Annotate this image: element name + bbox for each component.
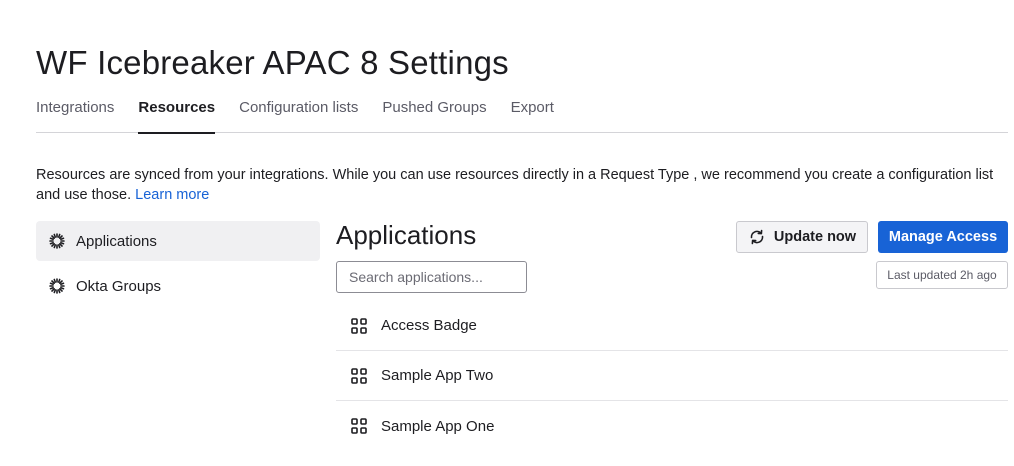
update-now-button[interactable]: Update now [736, 221, 868, 253]
okta-sunburst-icon [48, 277, 66, 295]
sidebar-item-label: Applications [76, 232, 157, 250]
manage-access-button[interactable]: Manage Access [878, 221, 1008, 253]
list-item[interactable]: Access Badge [336, 301, 1008, 351]
page-title: WF Icebreaker APAC 8 Settings [36, 44, 509, 81]
app-name: Access Badge [381, 317, 477, 334]
list-item[interactable]: Sample App One [336, 401, 1008, 451]
search-input[interactable] [336, 261, 527, 293]
section-title: Applications [336, 220, 477, 250]
app-grid-icon [350, 317, 368, 335]
okta-sunburst-icon [48, 232, 66, 250]
sidebar-item-applications[interactable]: Applications [36, 221, 320, 261]
sync-icon [748, 229, 766, 245]
resources-description: Resources are synced from your integrati… [36, 165, 1008, 205]
update-now-label: Update now [773, 229, 857, 245]
sidebar-item-label: Okta Groups [76, 277, 162, 295]
tab-integrations[interactable]: Integrations [36, 98, 114, 132]
resource-sidebar: Applications Okta Groups [36, 221, 320, 311]
last-updated-badge: Last updated 2h ago [876, 261, 1008, 289]
app-grid-icon [350, 417, 368, 435]
tab-export[interactable]: Export [511, 98, 554, 132]
app-name: Sample App Two [381, 367, 494, 384]
list-item[interactable]: Sample App Two [336, 351, 1008, 401]
application-list: Access Badge Sample App Two Sample App O… [336, 301, 1008, 451]
learn-more-link[interactable]: Learn more [135, 187, 209, 203]
app-name: Sample App One [381, 417, 495, 435]
sidebar-item-okta-groups[interactable]: Okta Groups [36, 266, 320, 306]
tab-bar: Integrations Resources Configuration lis… [36, 98, 1008, 134]
app-grid-icon [350, 367, 368, 385]
tab-resources[interactable]: Resources [138, 98, 216, 134]
tab-pushed-groups[interactable]: Pushed Groups [382, 98, 486, 132]
tab-configuration-lists[interactable]: Configuration lists [239, 98, 358, 132]
